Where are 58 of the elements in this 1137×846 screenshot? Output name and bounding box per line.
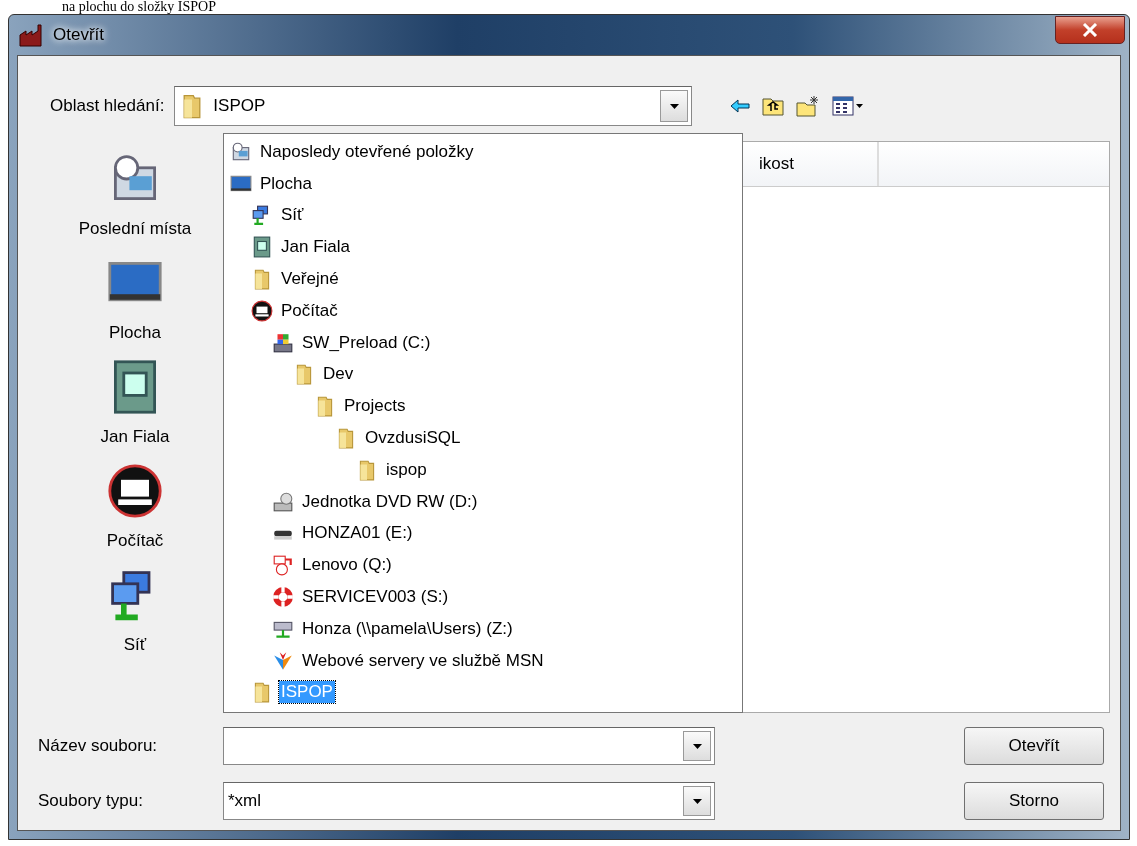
folder-tree-item[interactable]: OvzdusiSQL xyxy=(224,422,742,454)
folder-tree-item[interactable]: Lenovo (Q:) xyxy=(224,549,742,582)
folder-tree-item[interactable]: Plocha xyxy=(224,167,742,200)
places-item[interactable]: Síť xyxy=(55,563,215,667)
places-item[interactable]: Poslední místa xyxy=(55,147,215,251)
back-arrow-icon xyxy=(730,99,751,113)
column-header[interactable]: ikost xyxy=(759,142,879,186)
places-item[interactable]: Plocha xyxy=(55,251,215,355)
open-button[interactable]: Otevřít xyxy=(964,727,1104,765)
window-title: Otevřít xyxy=(53,25,105,45)
view-menu-button[interactable] xyxy=(832,96,865,116)
folder-tree-item[interactable]: Počítač xyxy=(224,295,742,327)
contact-card-icon xyxy=(251,236,273,259)
file-name-field[interactable] xyxy=(223,727,715,765)
close-icon xyxy=(1082,23,1098,37)
look-in-combo[interactable]: ISPOP xyxy=(174,86,693,126)
folder-tree-item[interactable]: HONZA01 (E:) xyxy=(224,517,742,550)
folder-tree-item[interactable]: Jan Fiala xyxy=(224,231,742,264)
file-type-field[interactable]: *xml xyxy=(223,782,715,820)
file-name-label: Název souboru: xyxy=(38,736,159,756)
folder-tree-item[interactable]: Projects xyxy=(224,390,742,423)
back-button[interactable] xyxy=(730,99,751,113)
folder-tree-item[interactable]: Naposledy otevřené položky xyxy=(224,136,742,168)
caret-icon xyxy=(692,743,702,749)
caption-text: na plochu do složky ISPOP xyxy=(62,0,217,14)
folder-tree-item[interactable]: Síť xyxy=(224,199,742,232)
folder-tree-item[interactable]: ispop xyxy=(224,453,742,486)
folder-tree-item[interactable]: Veřejné xyxy=(224,263,742,295)
disc-drive-icon xyxy=(272,490,294,513)
folder-tree-item[interactable]: SW_Preload (C:) xyxy=(224,326,742,359)
places-item[interactable]: Počítač xyxy=(55,459,215,563)
factory-icon xyxy=(19,23,45,47)
folder-up-icon xyxy=(762,96,785,116)
arrow-device-icon xyxy=(272,554,294,577)
folder-tree-item[interactable]: Jednotka DVD RW (D:) xyxy=(224,485,742,518)
folder-tree-item[interactable]: Webové servery ve službě MSN xyxy=(224,644,742,677)
laptop-icon xyxy=(251,299,273,322)
view-menu-icon xyxy=(832,96,865,116)
dropdown-button[interactable] xyxy=(660,90,689,122)
caret-icon xyxy=(692,798,702,804)
recent-documents-icon xyxy=(230,140,252,163)
file-type-label: Soubory typu: xyxy=(38,791,144,811)
folder-tree-item[interactable]: Dev xyxy=(224,358,742,391)
cancel-button[interactable]: Storno xyxy=(964,782,1104,820)
folder-tree-item[interactable]: Honza (\\pamela\Users) (Z:) xyxy=(224,612,742,645)
close-button[interactable] xyxy=(1055,16,1125,44)
laptop-icon xyxy=(107,463,163,519)
new-folder-icon xyxy=(796,95,821,117)
hard-drive-icon xyxy=(272,331,294,354)
caret-icon xyxy=(669,103,679,109)
look-in-label: Oblast hledání: xyxy=(50,96,165,116)
new-folder-button[interactable] xyxy=(796,95,821,117)
places-item[interactable]: Jan Fiala xyxy=(55,355,215,459)
dropdown-button[interactable] xyxy=(683,731,711,761)
folder-tree-item[interactable]: SERVICEV003 (S:) xyxy=(224,581,742,613)
dropdown-button[interactable] xyxy=(683,786,711,816)
up-folder-button[interactable] xyxy=(762,96,785,116)
lifebuoy-icon xyxy=(272,586,294,609)
